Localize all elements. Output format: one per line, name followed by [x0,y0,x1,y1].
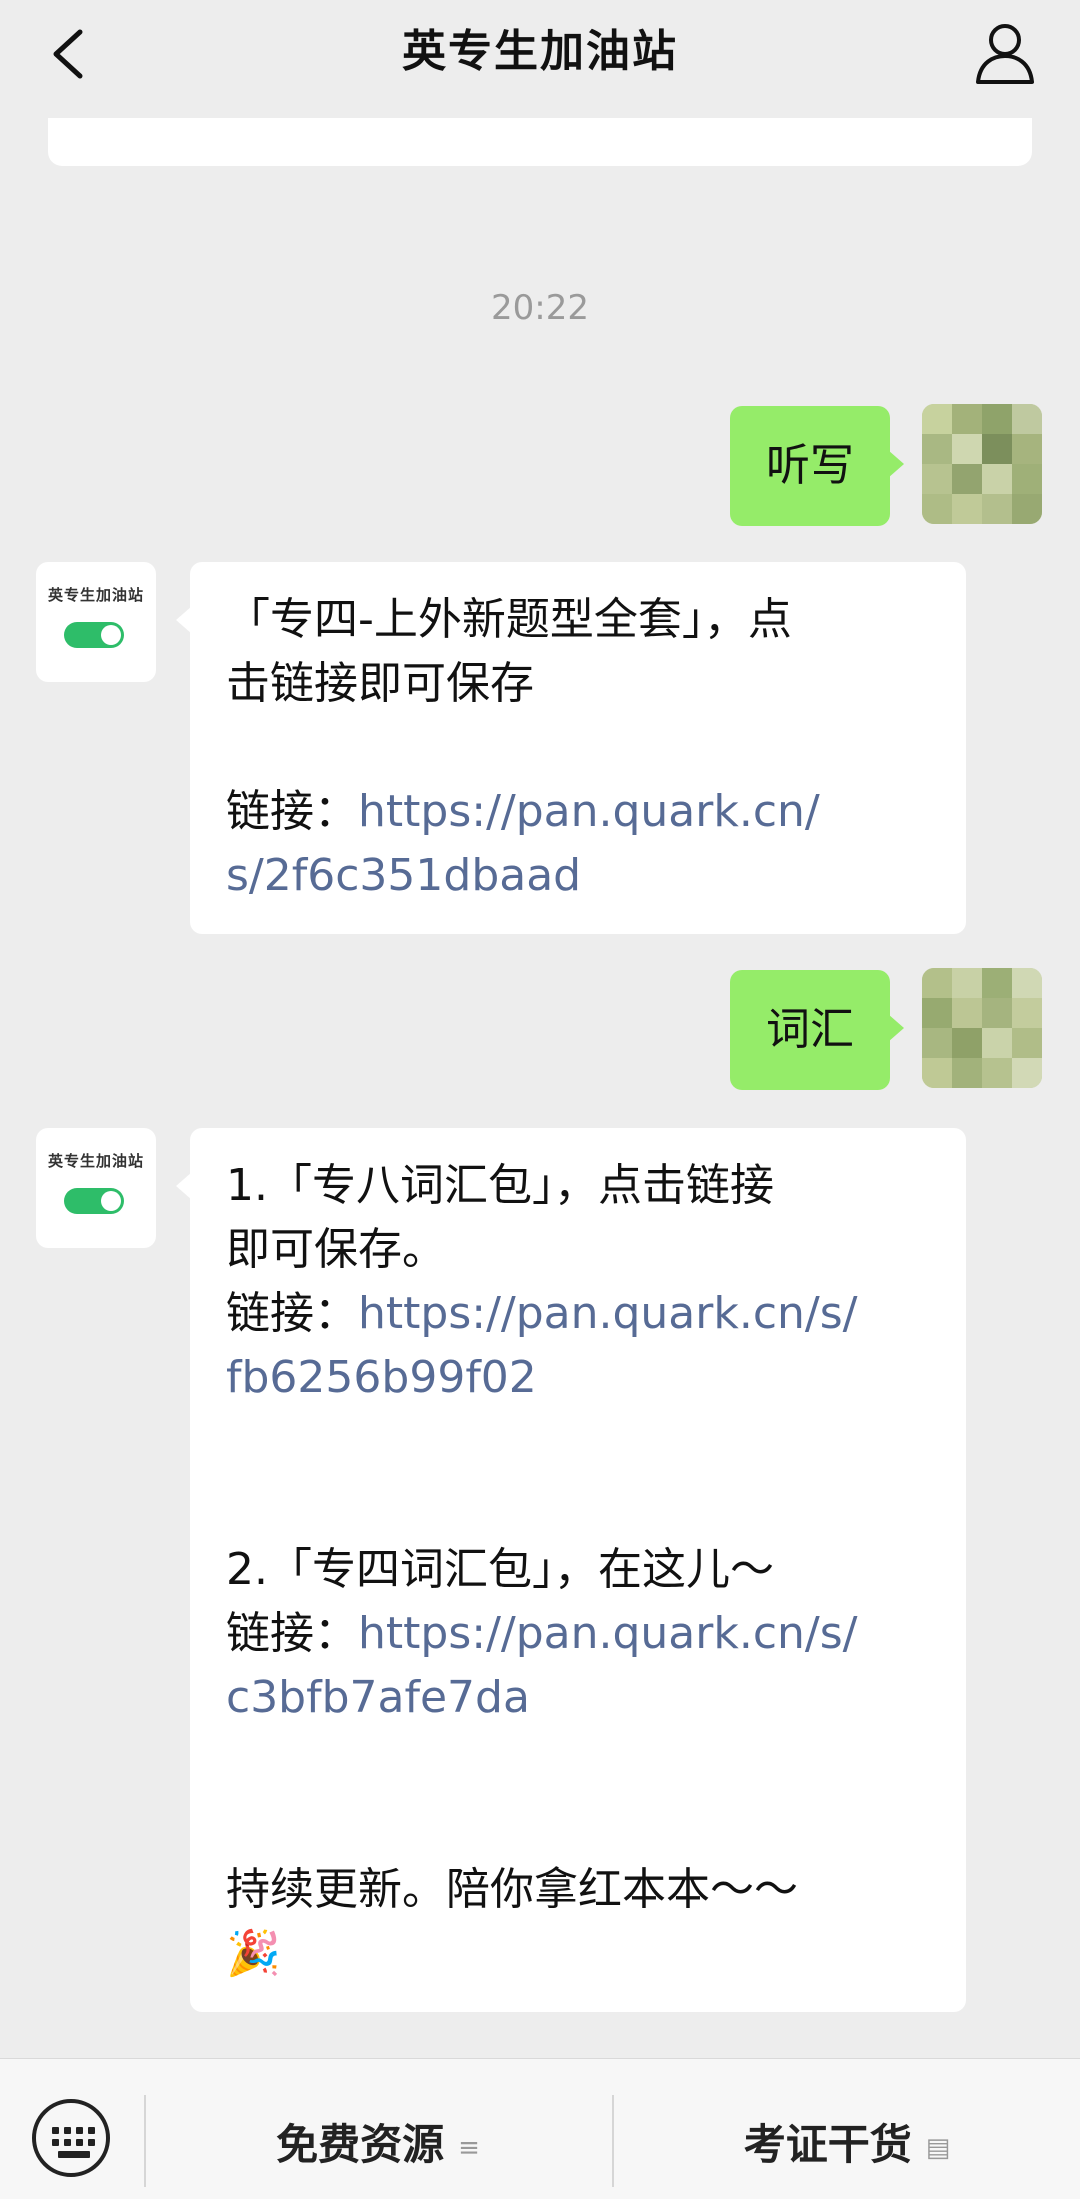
menu-label: 考证干货 [743,2120,912,2169]
bot-avatar-name: 英专生加油站 [47,1152,144,1170]
message-line: 1.「专八词汇包」，点击链接 [226,1160,774,1211]
message-line: 2.「专四词汇包」，在这儿～ [226,1544,774,1595]
chat-title: 英专生加油站 [402,26,678,77]
incoming-message: 「专四-上外新题型全套」，点 击链接即可保存 链接：https://pan.qu… [176,562,966,934]
outgoing-message[interactable]: 听写 [730,406,904,526]
user-icon[interactable] [970,18,1040,88]
top-bar: 英专生加油站 [0,0,1080,118]
message-timestamp: 20:22 [491,288,589,328]
message-text: 词汇 [766,1004,854,1055]
bot-avatar-name: 英专生加油站 [47,586,144,604]
link-text[interactable]: https://pan.quark.cn/s/ [358,1608,857,1659]
bot-avatar[interactable]: 英专生加油站 [36,1128,156,1248]
user-avatar[interactable] [922,404,1042,524]
message-line: 持续更新。陪你拿红本本～～ [226,1864,798,1915]
incoming-message: 1.「专八词汇包」，点击链接 即可保存。 链接：https://pan.quar… [176,1128,966,2012]
bot-avatar[interactable]: 英专生加油站 [36,562,156,682]
menu-exam-tips[interactable]: 考证干货 ▤ [614,2117,1080,2173]
menu-list-icon: ≡ [458,2132,480,2163]
message-text: 听写 [766,440,854,491]
link-text[interactable]: https://pan.quark.cn/s/ [358,1288,857,1339]
message-line: 击链接即可保存 [226,658,534,709]
toggle-icon [64,1188,124,1214]
keyboard-icon[interactable] [32,2099,110,2177]
message-line: 「专四-上外新题型全套」，点 [226,594,792,645]
link-label: 链接： [226,1608,358,1659]
toggle-icon [64,622,124,648]
link-text[interactable]: c3bfb7afe7da [226,1666,926,1730]
menu-free-resources[interactable]: 免费资源 ≡ [146,2117,610,2173]
user-avatar[interactable] [922,968,1042,1088]
link-text[interactable]: s/2f6c351dbaad [226,844,926,908]
party-popper-icon: 🎉 [226,1928,281,1979]
link-text[interactable]: fb6256b99f02 [226,1346,926,1410]
outgoing-message[interactable]: 词汇 [730,970,904,1090]
message-line: 即可保存。 [226,1224,446,1275]
link-text[interactable]: https://pan.quark.cn/ [358,786,820,837]
menu-label: 免费资源 [276,2120,445,2169]
bottom-menu-bar: 免费资源 ≡ 考证干货 ▤ [0,2058,1080,2199]
link-label: 链接： [226,786,358,837]
menu-page-icon: ▤ [925,2132,951,2163]
link-label: 链接： [226,1288,358,1339]
